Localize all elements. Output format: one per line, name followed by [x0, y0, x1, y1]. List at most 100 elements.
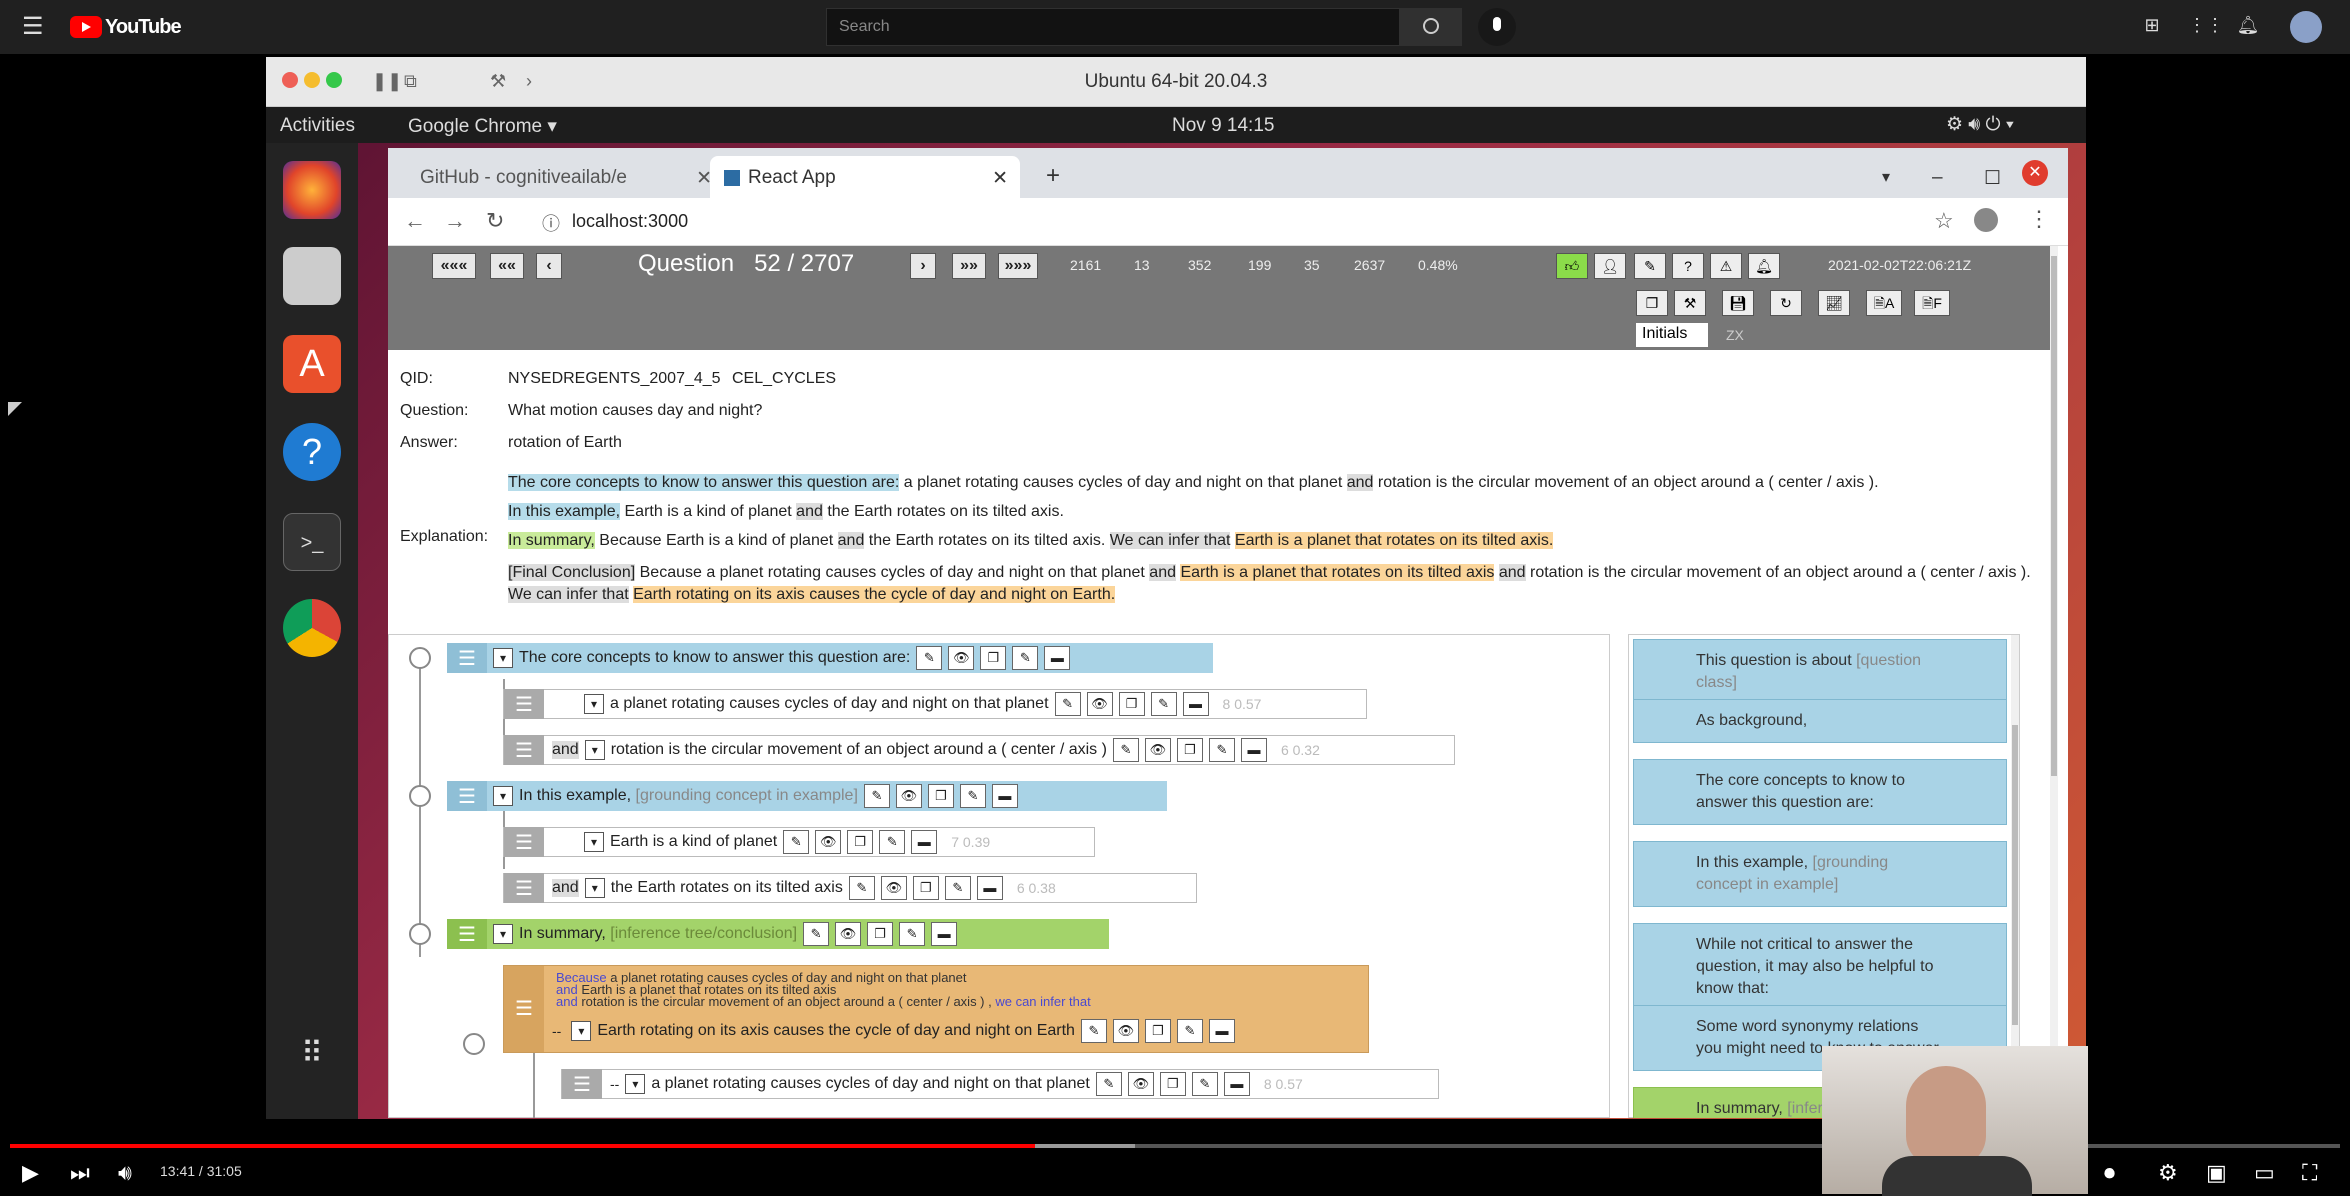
profile-icon[interactable] — [1974, 208, 1998, 232]
autoplay-toggle-icon[interactable]: ⏺ — [2104, 1160, 2115, 1186]
collapse-icon[interactable] — [463, 1033, 485, 1055]
help-circle-icon[interactable]: ? — [1672, 253, 1704, 279]
export-f-icon[interactable]: 🗎F — [1914, 290, 1950, 316]
new-tab-button[interactable]: + — [1032, 156, 1074, 198]
prev10-button[interactable]: «« — [490, 253, 524, 279]
firefox-icon[interactable] — [283, 161, 341, 219]
terminal-icon[interactable]: >_ — [283, 513, 341, 571]
bookmark-icon[interactable]: ☆ — [1934, 208, 1954, 234]
dropdown-icon[interactable]: ▾ — [493, 924, 513, 944]
initials-input[interactable]: Initials — [1636, 323, 1708, 347]
tab-github[interactable]: GitHub - cognitiveailab/e ✕ — [406, 156, 718, 198]
template-card[interactable]: The core concepts to know to answer this… — [1633, 759, 2007, 825]
dropdown-icon[interactable]: ▾ — [584, 740, 605, 760]
edit-icon[interactable]: ✎ — [1054, 692, 1081, 716]
edit-box-icon[interactable]: ✎ — [1150, 692, 1177, 716]
prev-button[interactable]: ‹ — [536, 253, 562, 279]
drag-handle-icon[interactable]: ☰ — [504, 689, 544, 719]
export-a-icon[interactable]: 🗎A — [1866, 290, 1902, 316]
drag-handle-icon[interactable]: ☰ — [447, 643, 487, 673]
eye-icon[interactable]: 👁︎ — [880, 876, 907, 900]
edit-box-icon[interactable]: ✎ — [944, 876, 971, 900]
tab-react-app[interactable]: React App ✕ — [710, 156, 1020, 198]
copy-icon[interactable]: ❐ — [980, 646, 1007, 670]
remove-icon[interactable]: ▬ — [931, 922, 958, 946]
copy-icon[interactable]: ❐ — [1176, 738, 1203, 762]
copy-icon[interactable]: ❐ — [1118, 692, 1145, 716]
close-tab-icon[interactable]: ✕ — [992, 167, 1008, 190]
tab-search-icon[interactable]: ▾ — [1868, 156, 1904, 198]
menu-icon[interactable]: ☰ — [22, 15, 46, 39]
template-card[interactable]: This question is about [question class] — [1633, 639, 2007, 705]
eye-icon[interactable]: 👁︎ — [1086, 692, 1113, 716]
remove-icon[interactable]: ▬ — [991, 784, 1018, 808]
copy-icon[interactable]: ❐ — [1159, 1072, 1186, 1096]
eye-icon[interactable]: 👁︎ — [1127, 1072, 1154, 1096]
forward-icon[interactable]: → — [444, 208, 466, 234]
next-button[interactable]: › — [910, 253, 936, 279]
edit-icon[interactable]: ✎ — [916, 646, 943, 670]
template-card[interactable]: In this example, [grounding concept in e… — [1633, 841, 2007, 907]
edit-icon[interactable]: ✎ — [1634, 253, 1666, 279]
collapse-icon[interactable] — [409, 647, 431, 669]
dropdown-icon[interactable]: ▾ — [625, 1074, 646, 1094]
remove-icon[interactable]: ▬ — [1182, 692, 1209, 716]
window-close-icon[interactable]: ✕ — [2022, 160, 2048, 186]
eye-icon[interactable]: 👁︎ — [1112, 1019, 1139, 1043]
copy-icon[interactable]: ❐ — [847, 830, 874, 854]
warning-icon[interactable]: ⚠ — [1710, 253, 1742, 279]
copy-icon[interactable]: ❐ — [927, 784, 954, 808]
thumbs-up-icon[interactable]: 👍︎ — [1556, 253, 1588, 279]
edit-icon[interactable]: ✎ — [863, 784, 890, 808]
page-scrollbar[interactable] — [2050, 246, 2058, 1118]
edit-icon[interactable]: ✎ — [783, 830, 810, 854]
dropdown-icon[interactable]: ▾ — [493, 786, 513, 806]
save-icon[interactable]: 💾︎ — [1722, 290, 1754, 316]
eye-icon[interactable]: 👁︎ — [1144, 738, 1171, 762]
first-button[interactable]: ««« — [432, 253, 476, 279]
next10-button[interactable]: »» — [952, 253, 986, 279]
remove-icon[interactable]: ▬ — [1044, 646, 1071, 670]
remove-icon[interactable]: ▬ — [1223, 1072, 1250, 1096]
edit-icon[interactable]: ✎ — [848, 876, 875, 900]
avatar[interactable] — [2290, 11, 2322, 43]
drag-handle-icon[interactable]: ☰ — [562, 1069, 602, 1099]
dropdown-icon[interactable]: ▾ — [584, 832, 604, 852]
wrench-icon[interactable]: ⚒ — [1674, 290, 1706, 316]
edit-icon[interactable]: ✎ — [803, 922, 830, 946]
remove-icon[interactable]: ▬ — [1208, 1019, 1235, 1043]
edit-icon[interactable]: ✎ — [1112, 738, 1139, 762]
drag-handle-icon[interactable]: ☰ — [504, 827, 544, 857]
dropdown-icon[interactable]: ▾ — [571, 1021, 592, 1041]
search-button[interactable] — [1400, 8, 1462, 46]
dropdown-icon[interactable]: ▾ — [584, 694, 604, 714]
url-field[interactable]: localhost:3000 — [572, 211, 688, 232]
copy-icon[interactable]: ❐ — [1144, 1019, 1171, 1043]
edit-box-icon[interactable]: ✎ — [1208, 738, 1235, 762]
reload-icon[interactable]: ↻ — [486, 208, 504, 234]
template-card[interactable]: While not critical to answer the questio… — [1633, 923, 2007, 1011]
window-minimize-icon[interactable]: – — [1918, 156, 1957, 198]
edit-icon[interactable]: ✎ — [1095, 1072, 1122, 1096]
app-menu[interactable]: Google Chrome ▾ — [408, 115, 557, 138]
copy-icon[interactable]: ❐ — [912, 876, 939, 900]
theater-icon[interactable]: ▭ — [2254, 1160, 2275, 1186]
refresh-icon[interactable]: ↻ — [1770, 290, 1802, 316]
next-video-icon[interactable]: ⏭ — [70, 1160, 90, 1186]
app-grid-icon[interactable]: ⠿ — [283, 1025, 341, 1083]
chrome-menu-icon[interactable]: ⋮ — [2028, 206, 2050, 232]
collapse-icon[interactable] — [409, 785, 431, 807]
apps-icon[interactable]: ⋮⋮ — [2188, 15, 2224, 39]
software-icon[interactable]: A — [283, 335, 341, 393]
chrome-icon[interactable] — [283, 599, 341, 657]
template-card[interactable]: As background, — [1633, 699, 2007, 743]
remove-icon[interactable]: ▬ — [911, 830, 938, 854]
edit-box-icon[interactable]: ✎ — [1012, 646, 1039, 670]
drag-handle-icon[interactable]: ☰ — [504, 735, 544, 765]
system-tray-icons[interactable]: ⚙ 🔊︎ ⏻ ▾ — [1946, 113, 2014, 136]
miniplayer-icon[interactable]: ▣ — [2206, 1160, 2227, 1186]
last-button[interactable]: »»» — [998, 253, 1038, 279]
drag-handle-icon[interactable]: ☰ — [447, 781, 487, 811]
edit-box-icon[interactable]: ✎ — [1191, 1072, 1218, 1096]
edit-box-icon[interactable]: ✎ — [879, 830, 906, 854]
